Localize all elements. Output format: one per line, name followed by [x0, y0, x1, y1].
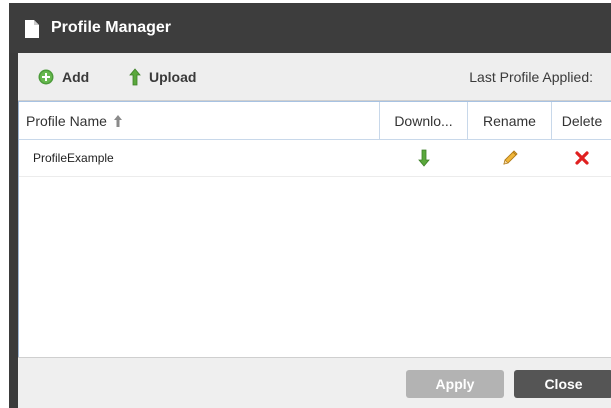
apply-button[interactable]: Apply: [406, 370, 504, 398]
arrow-up-icon: [129, 68, 141, 86]
sort-up-icon: [113, 115, 122, 127]
plus-circle-icon: [38, 69, 54, 85]
column-rename-label: Rename: [483, 113, 536, 129]
download-cell: [380, 140, 468, 176]
profile-manager-dialog: Profile Manager Add Upload Last Profile …: [9, 3, 611, 408]
download-arrow-icon[interactable]: [418, 149, 430, 167]
pencil-icon[interactable]: [501, 149, 519, 167]
dialog-footer: Apply Close: [18, 357, 611, 408]
last-profile-applied-label: Last Profile Applied:: [469, 69, 593, 85]
close-button[interactable]: Close: [514, 370, 611, 398]
add-button[interactable]: Add: [38, 67, 89, 87]
grid-header: Profile Name Downlo... Rename Delete: [19, 101, 611, 140]
dialog-title: Profile Manager: [51, 19, 172, 36]
delete-cell: [552, 140, 611, 176]
red-x-icon[interactable]: [575, 151, 589, 165]
profile-grid: Profile Name Downlo... Rename Delete Pro…: [18, 101, 611, 357]
rename-cell: [468, 140, 552, 176]
column-profile-name-label: Profile Name: [26, 113, 107, 129]
dialog-titlebar[interactable]: Profile Manager: [9, 3, 611, 53]
column-download-label: Downlo...: [394, 113, 453, 129]
add-label: Add: [62, 69, 90, 85]
column-header-rename[interactable]: Rename: [468, 102, 552, 140]
upload-label: Upload: [149, 69, 197, 85]
column-header-delete[interactable]: Delete: [552, 102, 611, 140]
column-header-download[interactable]: Downlo...: [380, 102, 468, 140]
profile-name-cell: ProfileExample: [33, 151, 114, 165]
column-header-profile-name[interactable]: Profile Name: [19, 102, 380, 140]
column-delete-label: Delete: [561, 113, 603, 129]
toolbar: Add Upload Last Profile Applied:: [18, 53, 611, 101]
document-icon: [25, 20, 39, 38]
table-row[interactable]: ProfileExample: [19, 140, 611, 177]
upload-button[interactable]: Upload: [129, 67, 196, 87]
